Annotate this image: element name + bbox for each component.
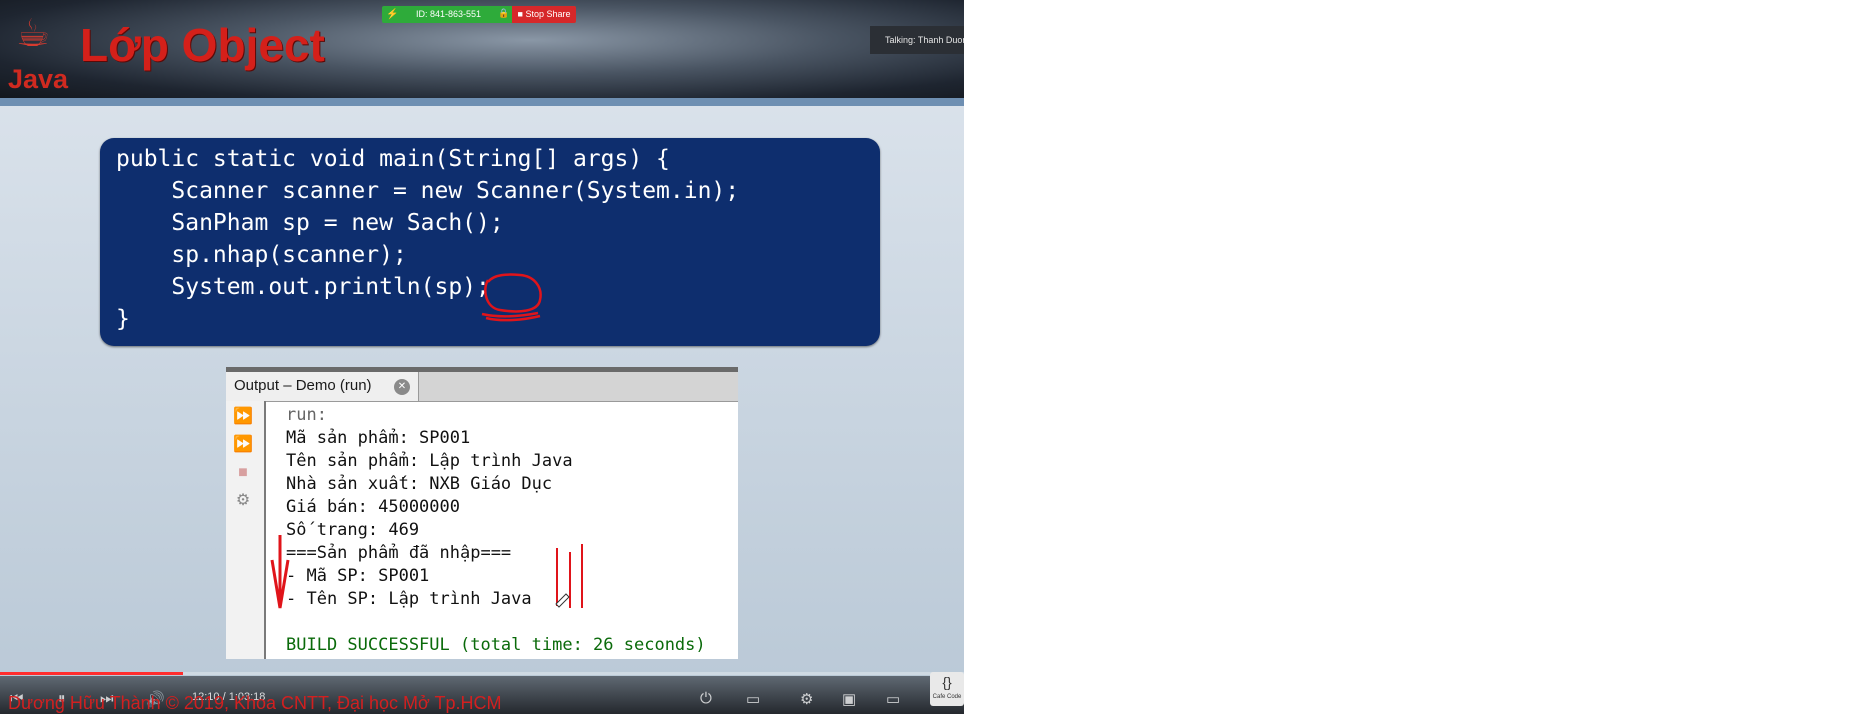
stop-share-button[interactable]: ■ Stop Share (512, 6, 576, 23)
code-line: } (116, 306, 130, 332)
slide-title: Lớp Object (80, 19, 325, 71)
output-line: Nhà sản xuất: NXB Giáo Dục (286, 474, 553, 494)
code-line: sp.nhap(scanner); (116, 242, 407, 268)
tab-label: Output – Demo (run) (234, 377, 372, 394)
talking-indicator: Talking: Thanh Duon (870, 26, 964, 54)
rerun-icon[interactable]: ⏩ (232, 407, 254, 427)
java-logo: ☕ Java (4, 2, 68, 94)
output-toolbar: ⏩ ⏩ ■ ⚙ (226, 401, 266, 659)
code-line: Scanner scanner = new Scanner(System.in)… (116, 178, 740, 204)
output-line: Tên sản phẩm: Lập trình Java (286, 451, 573, 471)
screen-share-bar: ⚡ ID: 841-863-551 🔒 ■ Stop Share (382, 6, 576, 23)
video-progress-bar[interactable] (0, 672, 964, 675)
build-status-line: BUILD SUCCESSFUL (total time: 26 seconds… (286, 635, 706, 655)
header-divider (0, 98, 964, 106)
settings-gear-icon[interactable]: ⚙ (800, 690, 813, 708)
code-line: public static void main(String[] args) { (116, 146, 670, 172)
lock-icon: 🔒 (498, 8, 510, 18)
code-block: public static void main(String[] args) {… (100, 138, 880, 346)
output-line: Giá bán: 45000000 (286, 497, 460, 517)
meeting-id: ID: 841-863-551 (416, 9, 482, 19)
stop-share-label: Stop Share (525, 9, 571, 19)
subtitles-icon[interactable]: ▭ (746, 690, 760, 708)
video-progress-fill (0, 672, 184, 675)
tab-output-demo[interactable]: Output – Demo (run) ✕ (226, 372, 419, 401)
miniplayer-icon[interactable]: ▣ (842, 690, 856, 708)
video-frame: ☕ Java Lớp Object ⚡ ID: 841-863-551 🔒 ■ … (0, 0, 964, 714)
theater-icon[interactable]: ▭ (886, 690, 900, 708)
java-logo-text: Java (8, 64, 69, 94)
output-window: Output – Demo (run) ✕ ⏩ ⏩ ■ ⚙ run: Mã sả… (226, 367, 738, 659)
output-line: run: (286, 405, 327, 425)
output-tab-strip: Output – Demo (run) ✕ (226, 372, 738, 402)
video-caption: Dương Hữu Thành © 2019, Khoa CNTT, Đại h… (8, 693, 502, 713)
settings-icon[interactable]: ⚙ (232, 491, 254, 511)
rerun-with-args-icon[interactable]: ⏩ (232, 435, 254, 455)
output-line: - Tên SP: Lập trình Java (286, 589, 532, 609)
channel-name: Cafe Code (932, 694, 962, 700)
java-cup-icon: ☕ (16, 11, 51, 55)
output-line: Mã sản phẩm: SP001 (286, 428, 471, 448)
output-line: ===Sản phẩm đã nhập=== (286, 543, 512, 563)
braces-icon: {} (942, 674, 952, 690)
code-line: System.out.println(sp); (116, 274, 490, 300)
share-status-icon: ⚡ (386, 9, 399, 20)
code-line: SanPham sp = new Sach(); (116, 210, 504, 236)
output-line: Số trang: 469 (286, 520, 420, 540)
stop-icon[interactable]: ■ (232, 463, 254, 483)
output-line: - Mã SP: SP001 (286, 566, 430, 586)
channel-watermark[interactable]: {} Cafe Code (930, 672, 964, 706)
autoplay-icon[interactable]: ⏻ (700, 690, 712, 707)
close-icon[interactable]: ✕ (394, 379, 410, 395)
